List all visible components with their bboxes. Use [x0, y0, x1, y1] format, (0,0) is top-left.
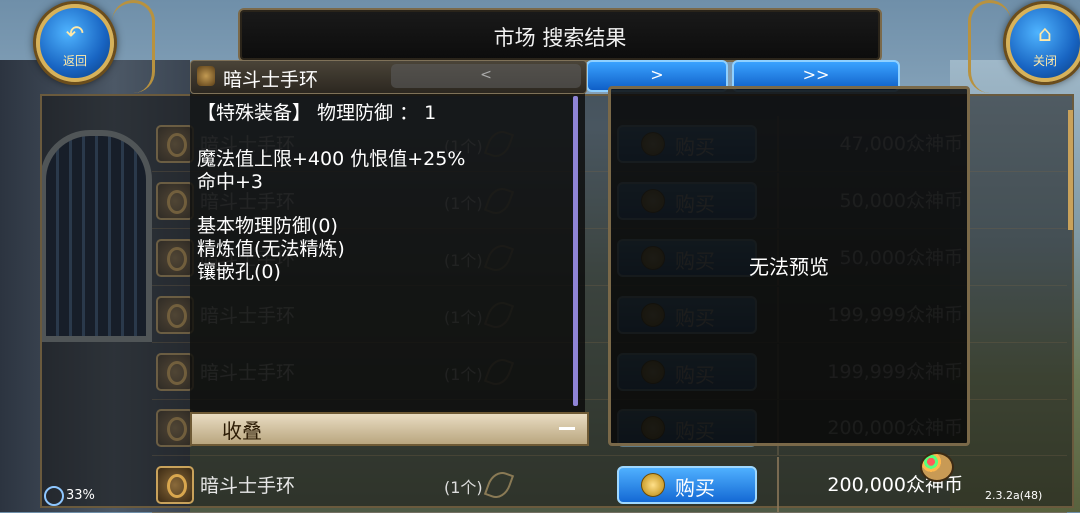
- page-title: 市场 搜索结果: [493, 26, 627, 50]
- column-divider: [777, 457, 779, 512]
- tooltip-line: 命中+3: [197, 171, 264, 193]
- preview-unavailable-text: 无法预览: [749, 255, 829, 279]
- return-arrow-icon: ↶: [65, 22, 85, 47]
- bracelet-icon[interactable]: [156, 296, 194, 334]
- bracelet-icon[interactable]: [156, 182, 194, 220]
- tooltip-line: 镶嵌孔(0): [197, 261, 281, 283]
- left-ornament: [112, 0, 155, 93]
- tooltip-line: 【特殊装备】 物理防御 ： 1: [197, 102, 437, 124]
- collapse-label: 收叠: [222, 419, 262, 443]
- battery-icon: [44, 486, 64, 506]
- bracelet-icon[interactable]: [156, 409, 194, 447]
- back-button[interactable]: ↶ 返回: [36, 4, 114, 82]
- title-bar: 市场 搜索结果: [238, 8, 882, 62]
- battery-level: 33%: [66, 488, 95, 503]
- leaf-icon: [483, 468, 515, 502]
- bracelet-icon[interactable]: [156, 353, 194, 391]
- back-label: 返回: [62, 54, 87, 68]
- list-scrollbar[interactable]: [1068, 110, 1073, 230]
- minus-icon: [559, 427, 575, 430]
- right-ornament: [968, 0, 1011, 93]
- version-label: 2.3.2a(48): [985, 489, 1043, 502]
- bracelet-icon[interactable]: [156, 125, 194, 163]
- bracelet-icon: [197, 66, 215, 86]
- buy-label: 购买: [675, 476, 715, 500]
- item-name: 暗斗士手环: [200, 475, 296, 497]
- coin-icon: [641, 473, 665, 497]
- item-count: (1个): [444, 478, 483, 497]
- palette-icon[interactable]: [920, 452, 954, 482]
- item-preview-panel: 无法预览: [608, 86, 970, 446]
- tooltip-item-name: 暗斗士手环: [223, 69, 319, 91]
- bracelet-icon[interactable]: [156, 466, 194, 504]
- close-label: 关闭: [1032, 54, 1057, 68]
- home-icon: ⌂: [1038, 22, 1052, 47]
- prev-page-button[interactable]: <: [391, 64, 581, 88]
- tooltip-scrollbar[interactable]: [573, 96, 578, 406]
- close-button[interactable]: ⌂ 关闭: [1006, 4, 1080, 82]
- buy-button[interactable]: 购买: [617, 466, 757, 504]
- bracelet-icon[interactable]: [156, 239, 194, 277]
- collapse-button[interactable]: 收叠: [190, 412, 589, 446]
- tooltip-header: 暗斗士手环 <: [190, 60, 587, 94]
